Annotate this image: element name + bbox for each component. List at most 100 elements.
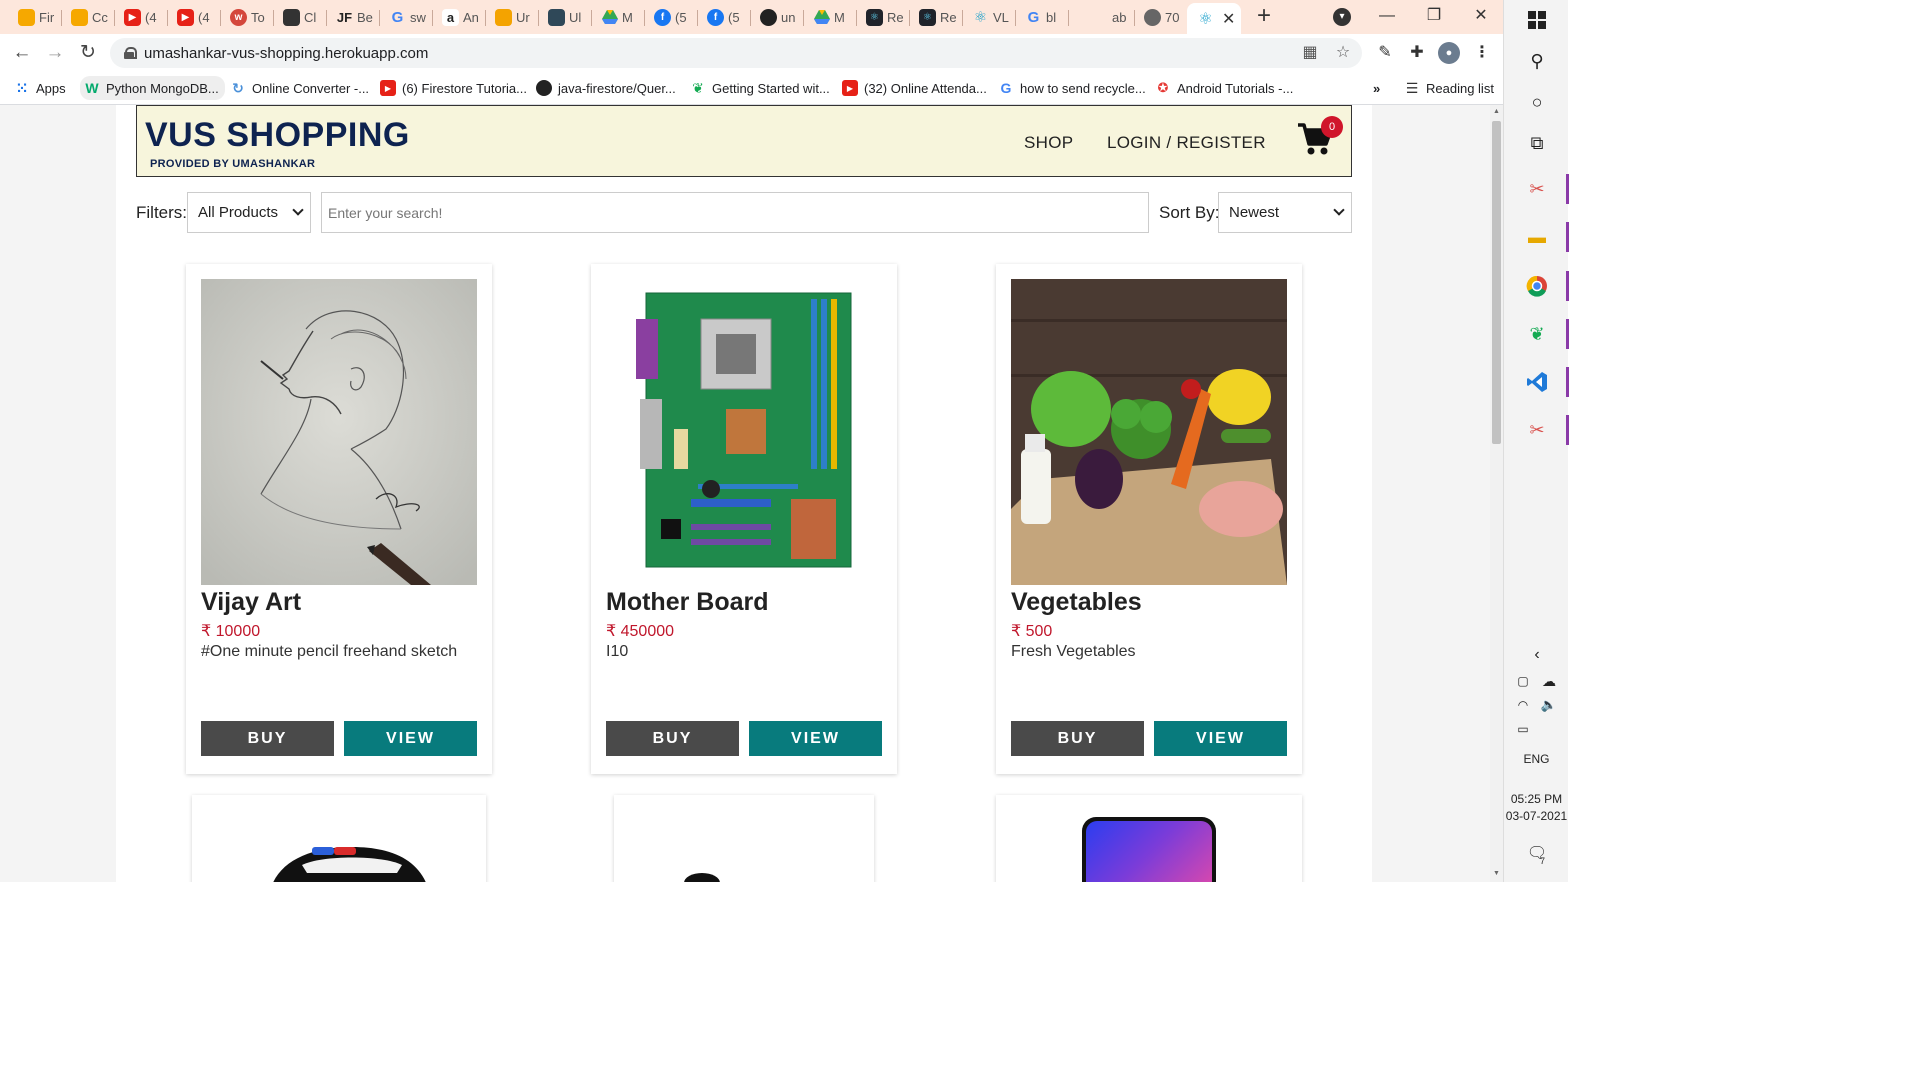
meet-now-icon[interactable]: ▢ xyxy=(1512,668,1534,694)
bookmark-firestore-tutorial[interactable]: ▶ (6) Firestore Tutoria... xyxy=(380,78,527,98)
browser-tab[interactable]: f (5 xyxy=(697,6,747,28)
browser-tab[interactable]: w To xyxy=(220,6,270,28)
buy-button[interactable]: BUY xyxy=(606,721,739,756)
browser-tab[interactable]: ⚛ Re xyxy=(909,6,959,28)
browser-chrome: Fir Cc ▶ (4 ▶ (4 w To Cl JF Be Gsw a An Ur Ul… xyxy=(0,0,1503,105)
close-window-icon[interactable]: ✕ xyxy=(1466,4,1496,28)
view-button[interactable]: VIEW xyxy=(344,721,477,756)
bookmark-python-mongodb[interactable]: W Python MongoDB... xyxy=(80,76,225,100)
browser-tab[interactable]: Gbl xyxy=(1015,6,1065,28)
windows-start-icon[interactable] xyxy=(1524,7,1550,33)
browser-tab[interactable]: ▶ (4 xyxy=(114,6,164,28)
product-image-police-car[interactable] xyxy=(252,835,442,882)
scroll-down-icon[interactable]: ▼ xyxy=(1493,870,1500,877)
browser-tab[interactable]: Gsw xyxy=(379,6,429,28)
bookmark-how-to-send-recycle[interactable]: Ghow to send recycle... xyxy=(998,78,1146,98)
browser-tab[interactable]: Fir xyxy=(8,6,58,28)
wifi-icon[interactable]: ◠ xyxy=(1512,692,1534,718)
extension-pen-icon[interactable]: ✎ xyxy=(1374,42,1396,64)
mongodb-compass-icon[interactable]: ❦ xyxy=(1524,321,1550,347)
bookmark-apps[interactable]: ⁙ Apps xyxy=(14,78,66,98)
bookmark-online-attendance[interactable]: ▶ (32) Online Attenda... xyxy=(842,78,987,98)
browser-tab[interactable]: ▶ (4 xyxy=(167,6,217,28)
scrollbar-thumb[interactable] xyxy=(1492,121,1501,444)
show-hidden-icons-chevron-icon[interactable]: ‹ xyxy=(1524,642,1550,668)
product-title[interactable]: Vijay Art xyxy=(201,588,301,617)
file-explorer-icon[interactable]: ▬ xyxy=(1524,224,1550,250)
sort-select[interactable]: Newest xyxy=(1218,192,1352,233)
browser-tab[interactable]: f (5 xyxy=(644,6,694,28)
back-arrow-icon[interactable]: ← xyxy=(10,41,34,65)
product-title[interactable]: Vegetables xyxy=(1011,588,1142,617)
snipping-tool-icon[interactable]: ✂ xyxy=(1524,417,1550,443)
scroll-up-icon[interactable]: ▲ xyxy=(1493,108,1500,115)
minimize-icon[interactable]: — xyxy=(1372,4,1402,28)
bookmark-star-icon[interactable]: ☆ xyxy=(1333,43,1353,63)
bookmark-getting-started[interactable]: ❦ Getting Started wit... xyxy=(690,78,830,98)
more-bookmarks-button[interactable]: » xyxy=(1373,78,1380,98)
view-button[interactable]: VIEW xyxy=(1154,721,1287,756)
browser-tab[interactable]: ⚛ VL xyxy=(962,6,1012,28)
product-title[interactable]: Mother Board xyxy=(606,588,769,617)
browser-tab[interactable]: JF Be xyxy=(326,6,376,28)
product-image-motherboard[interactable] xyxy=(606,279,882,585)
profile-avatar-icon[interactable]: ● xyxy=(1438,42,1460,64)
task-view-icon[interactable]: ⧉ xyxy=(1524,130,1550,156)
browser-tab[interactable]: Cl xyxy=(273,6,323,28)
github-icon xyxy=(536,80,552,96)
notification-center-icon[interactable]: 🗨 xyxy=(1524,840,1550,866)
nav-login-register-link[interactable]: LOGIN / REGISTER xyxy=(1107,133,1266,153)
browser-tab[interactable]: 70 xyxy=(1134,6,1184,28)
product-image-smartphone[interactable] xyxy=(1082,817,1216,882)
language-indicator[interactable]: ENG xyxy=(1504,752,1569,766)
cortana-icon[interactable]: ○ xyxy=(1524,89,1550,115)
extensions-puzzle-icon[interactable]: ✚ xyxy=(1406,42,1428,64)
address-bar[interactable]: umashankar-vus-shopping.herokuapp.com ▦ … xyxy=(110,38,1362,68)
chrome-icon[interactable] xyxy=(1524,273,1550,299)
install-app-icon[interactable]: ▦ xyxy=(1300,43,1320,63)
product-image-vegetables[interactable] xyxy=(1011,279,1287,585)
page-scrollbar[interactable]: ▲ ▼ xyxy=(1490,105,1503,882)
drive-icon xyxy=(601,9,618,26)
onedrive-cloud-icon[interactable]: ☁ xyxy=(1538,668,1560,694)
browser-tab[interactable]: Ur xyxy=(485,6,535,28)
reading-list-button[interactable]: ☰ Reading list xyxy=(1404,78,1494,98)
browser-tab[interactable]: un xyxy=(750,6,800,28)
vscode-icon[interactable] xyxy=(1524,369,1550,395)
reload-icon[interactable]: ↻ xyxy=(76,41,100,65)
category-select[interactable]: All Products xyxy=(187,192,311,233)
tab-search-icon[interactable]: ▾ xyxy=(1333,8,1351,26)
product-image-pencil-sketch[interactable] xyxy=(201,279,477,585)
nav-shop-link[interactable]: SHOP xyxy=(1024,133,1073,153)
product-card xyxy=(614,795,874,882)
browser-tab[interactable]: ab xyxy=(1081,6,1131,28)
browser-tab[interactable]: M xyxy=(803,6,853,28)
battery-icon[interactable]: ▭ xyxy=(1512,716,1534,742)
bookmark-android-tutorials[interactable]: ✪ Android Tutorials -... xyxy=(1155,78,1294,98)
browser-tab[interactable]: Cc xyxy=(61,6,111,28)
browser-tab-active[interactable]: ⚛ ✕ xyxy=(1187,3,1241,34)
bookmark-java-firestore[interactable]: java-firestore/Quer... xyxy=(536,78,676,98)
facebook-icon: f xyxy=(654,8,671,26)
volume-icon[interactable]: 🔈 xyxy=(1538,692,1560,718)
close-tab-icon[interactable]: ✕ xyxy=(1222,9,1235,29)
view-button[interactable]: VIEW xyxy=(749,721,882,756)
forward-arrow-icon[interactable]: → xyxy=(43,41,67,65)
product-image-device[interactable] xyxy=(684,873,720,882)
jf-icon: JF xyxy=(336,9,353,25)
snipping-tool-icon[interactable]: ✂ xyxy=(1524,176,1550,202)
browser-tab[interactable]: Ul xyxy=(538,6,588,28)
search-input[interactable] xyxy=(321,192,1149,233)
browser-tab[interactable]: ⚛ Re xyxy=(856,6,906,28)
browser-tab[interactable]: a An xyxy=(432,6,482,28)
bookmark-online-converter[interactable]: ↻ Online Converter -... xyxy=(230,78,369,98)
buy-button[interactable]: BUY xyxy=(1011,721,1144,756)
search-icon[interactable]: ⚲ xyxy=(1524,48,1550,74)
buy-button[interactable]: BUY xyxy=(201,721,334,756)
browser-tab[interactable]: M xyxy=(591,6,641,28)
clock[interactable]: 05:25 PM 03-07-2021 xyxy=(1504,791,1569,825)
restore-icon[interactable]: ❐ xyxy=(1419,4,1449,28)
menu-kebab-icon[interactable]: ⋮ xyxy=(1471,42,1493,64)
new-tab-button[interactable]: + xyxy=(1252,4,1276,29)
site-logo[interactable]: VUS SHOPPING xyxy=(145,118,410,152)
